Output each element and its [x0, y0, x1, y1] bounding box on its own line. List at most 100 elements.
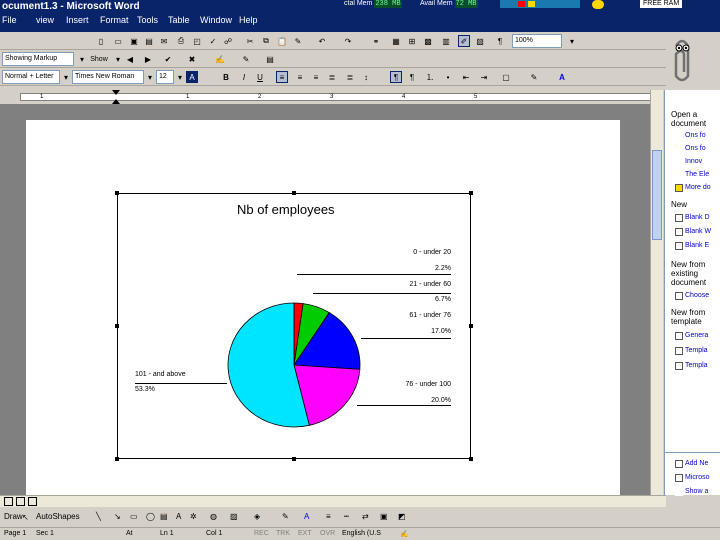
choose-document-link[interactable]: Choose — [685, 292, 709, 299]
free-ram-badge[interactable]: FREE RAM — [640, 0, 683, 8]
menu-file[interactable]: File — [2, 15, 17, 25]
line-style-icon[interactable]: ≡ — [326, 512, 331, 521]
new-comment-icon[interactable]: ✍ — [214, 53, 226, 65]
picture-icon[interactable]: ▨ — [230, 512, 238, 521]
shadow-icon[interactable]: ▣ — [380, 512, 388, 521]
blank-email-link[interactable]: Blank E — [685, 242, 709, 249]
menu-table[interactable]: Table — [168, 15, 190, 25]
font-color-swatch-icon[interactable]: A — [186, 71, 198, 83]
resize-handle[interactable] — [469, 191, 473, 195]
open-icon[interactable]: ▭ — [112, 35, 124, 47]
font-combo[interactable]: Times New Roman — [72, 70, 144, 84]
reject-change-icon[interactable]: ✖ — [186, 53, 198, 65]
highlight-icon[interactable]: ✎ — [528, 71, 540, 83]
align-center-icon[interactable]: ≡ — [294, 71, 306, 83]
zoom-dropdown-icon[interactable]: ▾ — [566, 35, 578, 47]
rec-indicator[interactable]: REC — [254, 530, 269, 537]
3d-icon[interactable]: ◩ — [398, 512, 406, 521]
line-icon[interactable]: ╲ — [96, 512, 101, 521]
horizontal-ruler[interactable]: 1 1 2 3 4 5 — [0, 90, 666, 104]
ovr-indicator[interactable]: OVR — [320, 530, 335, 537]
align-left-icon[interactable]: ≡ — [276, 71, 288, 83]
font-size-combo[interactable]: 12 — [156, 70, 174, 84]
undo-icon[interactable]: ↶ — [316, 35, 328, 47]
normal-view-icon[interactable] — [4, 497, 13, 506]
menu-tools[interactable]: Tools — [137, 15, 158, 25]
blank-web-page-link[interactable]: Blank W — [685, 228, 711, 235]
increase-indent-icon[interactable]: ⇥ — [478, 71, 490, 83]
underline-button[interactable]: U — [254, 71, 266, 83]
resize-handle[interactable] — [469, 457, 473, 461]
menu-view[interactable]: view — [36, 15, 54, 25]
cut-icon[interactable]: ✂ — [244, 35, 256, 47]
markup-dropdown-icon[interactable]: ▾ — [76, 53, 88, 65]
save-icon[interactable]: ▣ — [128, 35, 140, 47]
distributed-icon[interactable]: ≣ — [344, 71, 356, 83]
align-right-icon[interactable]: ≡ — [310, 71, 322, 83]
columns-icon[interactable]: ▥ — [440, 35, 452, 47]
diagram-icon[interactable]: ✲ — [190, 512, 197, 521]
web-layout-icon[interactable] — [16, 497, 25, 506]
hyperlink-icon[interactable]: ⚭ — [370, 35, 382, 47]
recent-file-link[interactable]: Ons fo — [685, 132, 706, 139]
paste-icon[interactable]: 📋 — [276, 35, 288, 47]
new-icon[interactable]: ▯ — [95, 35, 107, 47]
trk-indicator[interactable]: TRK — [276, 530, 290, 537]
permission-icon[interactable]: ▤ — [143, 35, 155, 47]
menu-format[interactable]: Format — [100, 15, 129, 25]
next-change-icon[interactable]: ▶ — [142, 53, 154, 65]
style-combo[interactable]: Normal + Letter — [2, 70, 60, 84]
reviewing-pane-icon[interactable]: ▤ — [264, 53, 276, 65]
draw-menu[interactable]: Draw — [4, 512, 23, 521]
template-link[interactable]: Templa — [685, 362, 708, 369]
dash-style-icon[interactable]: ┅ — [344, 512, 349, 521]
print-layout-icon[interactable] — [28, 497, 37, 506]
drawing-icon[interactable]: ✐ — [458, 35, 470, 47]
show-hide-icon[interactable]: ¶ — [494, 35, 506, 47]
display-for-review-combo[interactable]: Showing Markup — [2, 52, 74, 66]
oval-icon[interactable]: ◯ — [146, 512, 155, 521]
size-dropdown-icon[interactable]: ▾ — [174, 71, 186, 83]
show-dropdown-icon[interactable]: ▾ — [112, 53, 124, 65]
wordart-icon[interactable]: A — [176, 512, 181, 521]
bullets-icon[interactable]: • — [442, 71, 454, 83]
resize-handle[interactable] — [115, 324, 119, 328]
recent-file-link[interactable]: Innov — [685, 158, 702, 165]
office-online-link[interactable]: Microso — [685, 474, 710, 481]
arrow-style-icon[interactable]: ⇄ — [362, 512, 369, 521]
rtl-icon[interactable]: ¶ — [406, 71, 418, 83]
italic-button[interactable]: I — [238, 71, 250, 83]
tables-borders-icon[interactable]: ▦ — [390, 35, 402, 47]
smiley-icon[interactable] — [592, 0, 604, 9]
print-icon[interactable]: ⎙ — [175, 35, 187, 47]
chart-object[interactable]: Nb of employees 0 - under 20 2.2% 21 - u… — [115, 191, 473, 461]
bold-button[interactable]: B — [220, 71, 232, 83]
font-dropdown-icon[interactable]: ▾ — [144, 71, 156, 83]
redo-icon[interactable]: ↷ — [342, 35, 354, 47]
resize-handle[interactable] — [469, 324, 473, 328]
add-network-place-link[interactable]: Add Ne — [685, 460, 708, 467]
clip-art-icon[interactable]: ◍ — [210, 512, 217, 521]
insert-excel-icon[interactable]: ▩ — [422, 35, 434, 47]
spelling-status-icon[interactable]: ✍ — [400, 530, 409, 538]
justify-icon[interactable]: ≣ — [326, 71, 338, 83]
style-dropdown-icon[interactable]: ▾ — [60, 71, 72, 83]
ltr-icon[interactable]: ¶ — [390, 71, 402, 83]
font-color-draw-icon[interactable]: A — [304, 512, 309, 521]
vertical-scrollbar[interactable] — [650, 90, 663, 495]
resize-handle[interactable] — [292, 191, 296, 195]
document-map-icon[interactable]: ▧ — [474, 35, 486, 47]
decrease-indent-icon[interactable]: ⇤ — [460, 71, 472, 83]
show-at-startup-link[interactable]: Show a — [685, 488, 708, 495]
template-link[interactable]: Genera — [685, 332, 708, 339]
previous-change-icon[interactable]: ◀ — [124, 53, 136, 65]
recent-file-link[interactable]: The Ele — [685, 171, 709, 178]
arrow-icon[interactable]: ↘ — [114, 512, 121, 521]
first-line-indent-marker[interactable] — [112, 90, 120, 95]
resize-handle[interactable] — [292, 457, 296, 461]
track-changes-icon[interactable]: ✎ — [240, 53, 252, 65]
format-painter-icon[interactable]: ✎ — [292, 35, 304, 47]
resize-handle[interactable] — [115, 457, 119, 461]
blank-document-link[interactable]: Blank D — [685, 214, 710, 221]
autoshapes-menu[interactable]: AutoShapes — [36, 512, 80, 521]
